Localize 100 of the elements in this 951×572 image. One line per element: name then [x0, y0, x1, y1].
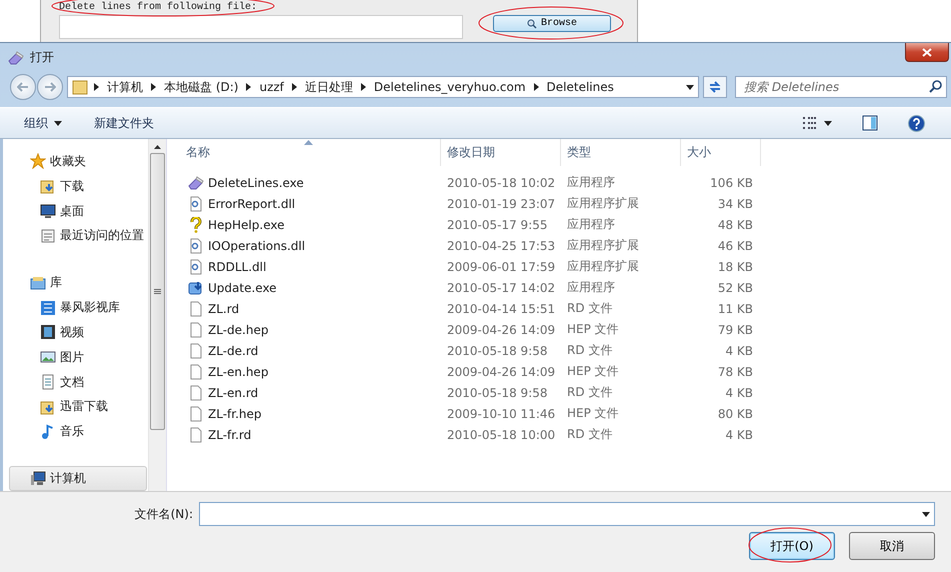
file-name-field[interactable] — [199, 502, 935, 526]
breadcrumb-item[interactable]: Deletelines — [544, 80, 616, 94]
file-type: 应用程序 — [566, 216, 616, 233]
cancel-button[interactable]: 取消 — [849, 532, 935, 560]
dropdown-caret-icon — [686, 84, 694, 90]
close-button[interactable] — [905, 43, 949, 62]
star-icon — [30, 153, 46, 170]
back-button[interactable] — [10, 74, 36, 100]
file-type: RD 文件 — [566, 384, 614, 401]
recent-places-icon — [40, 228, 56, 244]
breadcrumb-arrow-icon — [246, 83, 252, 91]
folder-icon — [72, 79, 88, 95]
modified-date: 2010-04-14 15:51 — [446, 302, 556, 316]
modified-date: 2010-05-17 14:02 — [446, 280, 556, 294]
breadcrumb-item[interactable]: Deletelines_veryhuo.com — [372, 80, 528, 94]
column-header[interactable]: 名称 — [167, 139, 441, 166]
blank-file-icon — [188, 426, 204, 442]
close-icon — [922, 48, 932, 56]
new-folder-button[interactable]: 新建文件夹 — [88, 112, 160, 134]
breadcrumb-item[interactable]: 本地磁盘 (D:) — [162, 78, 240, 96]
details-view-icon — [802, 116, 818, 130]
music-note-icon — [40, 424, 56, 440]
forward-arrow-icon — [44, 82, 56, 92]
browse-button[interactable]: Browse — [493, 15, 611, 32]
window-title: 打开 — [30, 49, 54, 66]
file-size: 11 KB — [716, 302, 754, 316]
file-size: 48 KB — [716, 218, 754, 232]
nav-item[interactable]: 计算机 — [9, 466, 147, 491]
modified-date: 2010-05-18 10:02 — [446, 176, 556, 190]
file-name[interactable]: ZL-de.hep — [208, 322, 268, 336]
modified-date: 2010-05-17 9:55 — [446, 218, 548, 232]
breadcrumb-item[interactable]: 近日处理 — [302, 78, 355, 96]
file-size: 4 KB — [724, 386, 754, 400]
file-name[interactable]: ErrorReport.dll — [208, 196, 296, 210]
dropdown-caret-icon — [922, 512, 930, 516]
breadcrumb-item[interactable]: uzzf — [257, 80, 286, 94]
column-header[interactable]: 大小 — [681, 139, 761, 166]
modified-date: 2010-05-18 9:58 — [446, 344, 548, 358]
modified-date: 2010-05-18 9:58 — [446, 386, 548, 400]
search-icon — [526, 18, 537, 28]
file-name[interactable]: ZL-en.rd — [208, 386, 258, 400]
library-icon — [30, 274, 46, 291]
file-name[interactable]: ZL-de.rd — [208, 344, 258, 358]
nav-item[interactable]: 图片 — [9, 344, 147, 370]
open-button[interactable]: 打开(O) — [749, 532, 835, 560]
field-label: Delete lines from following file: — [59, 2, 258, 13]
file-name[interactable]: ZL-fr.hep — [208, 406, 262, 420]
address-bar[interactable]: 计算机 本地磁盘 (D:) uzzf 近日处理 Deletelines_veryhuo.com Deletelines — [67, 76, 699, 98]
video-library-icon — [40, 300, 56, 316]
file-type: RD 文件 — [566, 300, 614, 317]
sort-arrow-icon — [304, 140, 312, 145]
breadcrumb-arrow-icon — [534, 83, 539, 91]
file-name[interactable]: ZL-en.hep — [208, 364, 268, 378]
file-name[interactable]: DeleteLines.exe — [208, 176, 304, 190]
file-type: RD 文件 — [566, 426, 614, 443]
file-name[interactable]: HepHelp.exe — [208, 218, 284, 232]
eraser-icon — [188, 174, 204, 190]
caret-icon — [54, 120, 62, 126]
question-mark-icon — [188, 216, 204, 232]
modified-date: 2009-10-10 11:46 — [446, 406, 556, 420]
file-size: 46 KB — [716, 238, 754, 252]
file-size: 18 KB — [716, 260, 754, 274]
caret-icon — [824, 120, 832, 126]
nav-item[interactable]: 音乐 — [9, 419, 147, 444]
organize-button[interactable]: 组织 — [18, 112, 68, 134]
scrollbar[interactable] — [148, 139, 166, 491]
file-type: RD 文件 — [566, 342, 614, 359]
nav-item[interactable]: 最近访问的位置 — [9, 223, 147, 248]
refresh-button[interactable] — [703, 76, 727, 98]
column-header[interactable]: 修改日期 — [441, 139, 561, 166]
scroll-up-icon — [154, 145, 161, 149]
file-name[interactable]: Update.exe — [208, 280, 277, 294]
grip-icon — [154, 289, 161, 294]
nav-item[interactable]: 收藏夹 — [9, 149, 147, 174]
nav-item[interactable]: 下载 — [9, 174, 147, 199]
blank-file-icon — [188, 406, 204, 422]
breadcrumb-item[interactable]: 计算机 — [105, 78, 145, 96]
nav-item[interactable]: 视频 — [9, 320, 147, 345]
column-header[interactable]: 类型 — [561, 139, 681, 166]
file-name[interactable]: ZL-fr.rd — [208, 428, 252, 442]
nav-item[interactable]: 迅雷下载 — [9, 394, 147, 420]
breadcrumb-arrow-icon — [360, 83, 366, 91]
modified-date: 2010-01-19 23:07 — [446, 196, 556, 210]
file-size: 4 KB — [724, 428, 754, 442]
preview-pane-icon — [862, 115, 878, 131]
nav-item[interactable]: 桌面 — [9, 198, 147, 224]
monitor-icon — [40, 203, 56, 220]
file-name[interactable]: IOOperations.dll — [208, 238, 306, 252]
file-size: 4 KB — [724, 344, 754, 358]
nav-item[interactable]: 文档 — [9, 370, 147, 394]
file-path-field[interactable] — [59, 15, 463, 39]
search-field[interactable]: 搜索 Deletelines — [735, 76, 947, 98]
nav-item[interactable]: 库 — [9, 270, 147, 296]
file-name[interactable]: RDDLL.dll — [208, 260, 266, 274]
file-type: HEP 文件 — [566, 321, 620, 338]
forward-button[interactable] — [37, 74, 63, 100]
file-name[interactable]: ZL.rd — [208, 302, 240, 316]
field-label: 文件名(N): — [134, 506, 193, 522]
blank-file-icon — [188, 384, 204, 400]
nav-item[interactable]: 暴风影视库 — [9, 295, 147, 320]
